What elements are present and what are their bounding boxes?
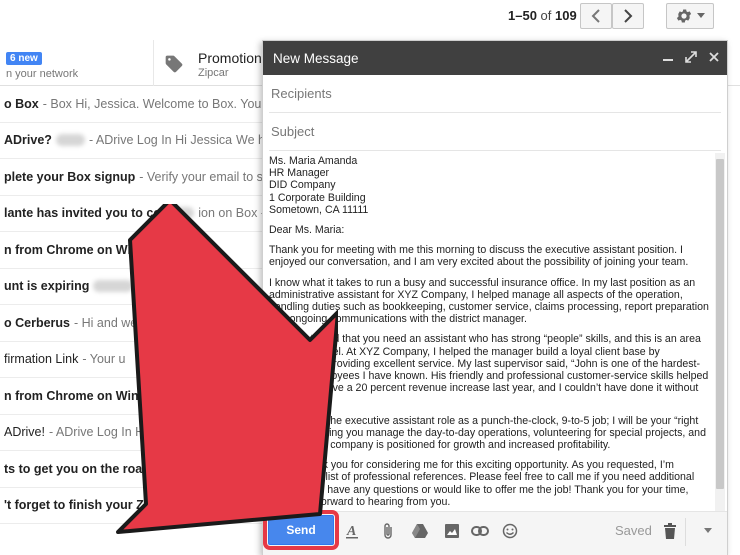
body-paragraph: I do not see the executive assistant rol…: [269, 414, 706, 452]
page-of-label: of: [540, 8, 552, 23]
tab-social-subtitle: n your network: [6, 68, 79, 80]
email-snippet: - Hi: [137, 279, 157, 294]
expand-icon[interactable]: [685, 51, 697, 63]
recipients-placeholder: Recipients: [271, 86, 332, 101]
tab-promotions-subtitle: Zipcar: [198, 67, 229, 79]
body-paragraph: Thank you for meeting with me this morni…: [269, 244, 689, 269]
email-subject: n from Chrome on Windows: [4, 388, 171, 403]
email-snippet: ign-in from: [157, 242, 217, 257]
email-subject: unt is expiring: [4, 279, 90, 294]
redacted-text: [93, 280, 134, 293]
email-subject: 't forget to finish your Zipcar applicat…: [4, 498, 244, 513]
compose-window: New Message Recipients Subject Ms. Maria…: [262, 40, 728, 555]
emoji-icon[interactable]: [501, 522, 519, 540]
chevron-down-icon: [697, 13, 705, 18]
list-item[interactable]: firmation Link - Your u: [0, 342, 265, 378]
list-item[interactable]: ADrive? - ADrive Log In Hi Jessica We h: [0, 123, 265, 159]
close-icon[interactable]: [709, 52, 719, 62]
email-snippet: ion on Box -: [198, 206, 265, 221]
photo-icon[interactable]: [443, 522, 461, 540]
svg-text:A: A: [346, 524, 356, 539]
address-line: Ms. Maria Amanda: [269, 155, 358, 167]
address-line: DID Company: [269, 179, 336, 192]
email-snippet: - zipcar. wheels wh: [153, 461, 260, 476]
list-item[interactable]: n from Chrome on Windo ign-in from: [0, 232, 265, 269]
page-range: 1–50: [508, 8, 537, 23]
list-item[interactable]: o Cerberus - Hi and welcome to: [0, 305, 265, 342]
address-block: Ms. Maria Amanda HR Manager DID Company 1 C…: [269, 155, 709, 216]
compose-title: New Message: [273, 50, 359, 66]
email-snippet: - Verify your email to start: [139, 169, 265, 184]
email-subject: o Cerberus: [4, 315, 70, 330]
email-subject: plete your Box signup: [4, 169, 136, 184]
subject-field[interactable]: Subject: [269, 113, 721, 151]
body-paragraph: I know what it takes to run a busy and s…: [269, 276, 709, 326]
body-paragraph: Again, thank you for considering me for …: [269, 459, 695, 508]
address-line: 1 Corporate Building: [269, 191, 366, 204]
mail-list: o Box - Box Hi, Jessica. Welcome to Box. …: [0, 86, 265, 524]
drive-icon[interactable]: [411, 522, 429, 540]
address-line: Sometown, CA 11111: [269, 203, 369, 216]
tab-social[interactable]: 6 new n your network: [0, 40, 152, 86]
pagination-text: 1–50 of 109: [508, 8, 577, 23]
attach-icon[interactable]: [379, 522, 397, 540]
tab-promotions-label: Promotions: [198, 50, 269, 66]
email-subject: n from Chrome on Windo: [4, 242, 154, 257]
trash-icon[interactable]: [661, 522, 679, 540]
email-subject: o Box: [4, 96, 39, 111]
list-item[interactable]: plete your Box signup - Verify your email…: [0, 159, 265, 196]
tab-promotions[interactable]: Promotions Zipcar: [153, 40, 269, 86]
saved-status: Saved: [615, 523, 652, 538]
email-subject: ts to get you on the road: [4, 461, 150, 476]
chevron-right-icon: [624, 9, 633, 23]
redacted-text: [55, 134, 85, 147]
email-snippet: - Your u: [82, 352, 126, 367]
email-subject: ADrive!: [4, 425, 45, 440]
list-item[interactable]: 't forget to finish your Zipcar applicat…: [0, 488, 265, 524]
scrollbar-thumb[interactable]: [716, 159, 724, 489]
recipients-field[interactable]: Recipients: [269, 75, 721, 113]
send-button[interactable]: Send: [263, 510, 339, 550]
email-snippet: - Box Hi, Jessica. Welcome to Box. You'v…: [42, 96, 265, 111]
new-badge: 6 new: [6, 52, 42, 65]
address-line: HR Manager: [269, 167, 330, 180]
list-item[interactable]: lante has invited you to coll ion on Box …: [0, 196, 265, 232]
list-item[interactable]: o Box - Box Hi, Jessica. Welcome to Box. …: [0, 86, 265, 123]
footer-divider: [685, 518, 686, 546]
subject-placeholder: Subject: [271, 124, 315, 139]
compose-footer: Send A Saved: [263, 510, 727, 555]
body-scrollbar[interactable]: [715, 153, 725, 515]
older-button[interactable]: [612, 3, 644, 29]
body-paragraph: You mentioned that you need an assistant…: [269, 333, 709, 407]
email-subject: lante has invited you to coll: [4, 206, 168, 221]
body-paragraph: Dear Ms. Maria:: [269, 224, 345, 237]
list-item[interactable]: n from Chrome on Windows: [0, 378, 265, 415]
message-body[interactable]: Ms. Maria Amanda HR Manager DID Company 1 C…: [269, 155, 709, 511]
compose-header: New Message: [263, 41, 727, 75]
settings-button[interactable]: [666, 3, 714, 29]
more-options-icon[interactable]: [699, 522, 717, 540]
tag-icon: [165, 55, 183, 73]
top-toolbar: 1–50 of 109: [0, 0, 740, 36]
format-text-icon[interactable]: A: [343, 522, 361, 540]
list-item[interactable]: ts to get you on the road - zipcar. wheel…: [0, 451, 265, 488]
email-snippet: - ADrive Log In Hi Jessica: [88, 133, 233, 148]
email-snippet: - Hi and welcome to: [74, 315, 185, 330]
email-subject: firmation Link: [4, 352, 79, 367]
minimize-icon[interactable]: [663, 52, 673, 62]
gear-icon: [676, 9, 692, 23]
email-snippet-tail: We h: [236, 133, 265, 148]
newer-button[interactable]: [580, 3, 612, 29]
redacted-text: [171, 207, 195, 220]
list-item[interactable]: unt is expiring - Hi: [0, 269, 265, 305]
email-subject: ADrive?: [4, 133, 52, 148]
link-icon[interactable]: [471, 522, 489, 540]
list-item[interactable]: ADrive! - ADrive Log In Hi Jessica: [0, 415, 265, 451]
chevron-left-icon: [591, 9, 600, 23]
email-snippet: - ADrive Log In Hi Jessica: [48, 425, 193, 440]
page-total: 109: [555, 8, 577, 23]
